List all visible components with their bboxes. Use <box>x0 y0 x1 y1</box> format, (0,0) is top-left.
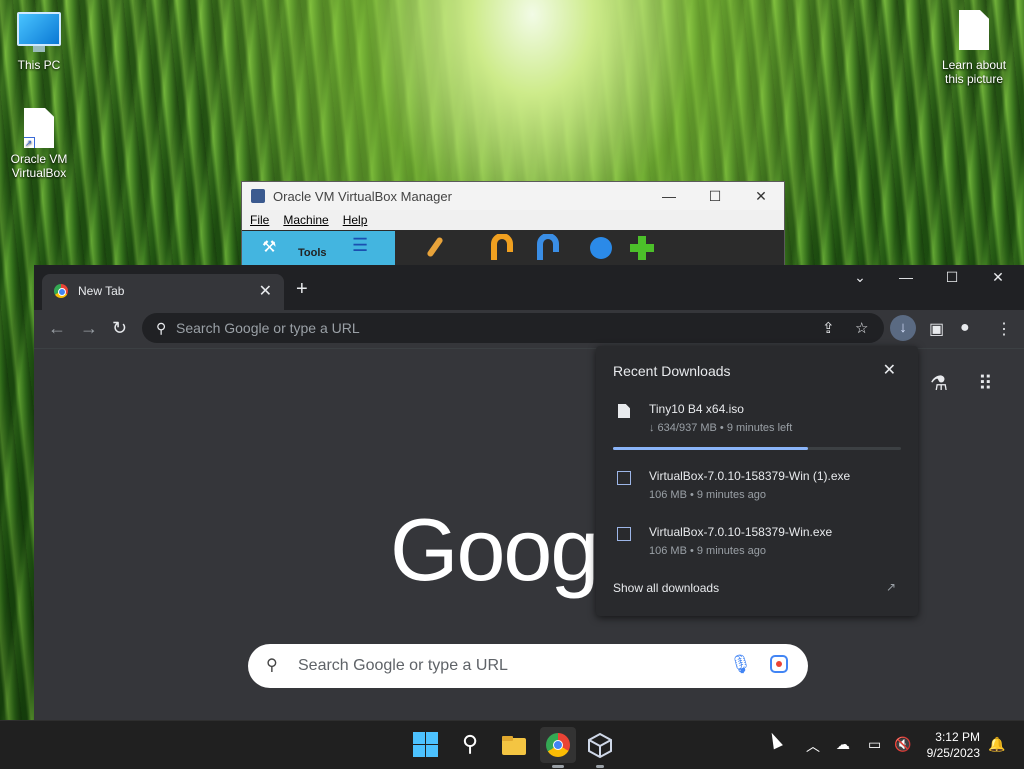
maximize-button[interactable]: ☐ <box>692 188 738 205</box>
download-status: ↓ 634/937 MB • 9 minutes left <box>649 422 793 434</box>
profile-icon[interactable]: ● <box>960 319 970 337</box>
desktop-icon-label: Oracle VM VirtualBox <box>10 152 68 180</box>
volume-muted-icon[interactable]: 🔇 <box>894 736 911 753</box>
share-icon[interactable]: ⇪ <box>822 319 835 337</box>
virtualbox-cube-icon <box>588 732 612 759</box>
taskbar: ⚲ ︿ ☁ ▭ 🔇 3:12 PM 9/25/2023 🔔 <box>0 720 1024 769</box>
virtualbox-window[interactable]: Oracle VM VirtualBox Manager — ☐ ✕ File … <box>241 181 785 273</box>
downloads-panel: Recent Downloads ✕ Tiny10 B4 x64.iso ↓ 6… <box>596 346 918 616</box>
downloads-heading: Recent Downloads <box>613 363 731 379</box>
virtualbox-cube-icon <box>251 189 265 203</box>
monitor-icon <box>17 12 61 52</box>
virtualbox-taskbar-button[interactable] <box>586 731 614 768</box>
download-name: VirtualBox-7.0.10-158379-Win (1).exe <box>649 469 851 483</box>
downloads-button[interactable]: ↓ <box>890 315 916 341</box>
chrome-favicon-icon <box>54 284 68 298</box>
desktop-icon-this-pc[interactable]: This PC <box>1 12 77 72</box>
omnibox-placeholder: Search Google or type a URL <box>176 320 360 336</box>
download-status: 106 MB • 9 minutes ago <box>649 489 766 501</box>
download-name: Tiny10 B4 x64.iso <box>649 402 744 416</box>
import-icon[interactable] <box>488 233 516 262</box>
tools-icon: ⚒ <box>262 239 277 256</box>
desktop-icon-label: Learn about this picture <box>941 58 1007 86</box>
download-item[interactable]: Tiny10 B4 x64.iso ↓ 634/937 MB • 9 minut… <box>596 396 918 446</box>
close-button[interactable]: ✕ <box>738 188 784 205</box>
labs-flask-icon[interactable]: ⚗ <box>930 371 948 396</box>
download-status: 106 MB • 9 minutes ago <box>649 545 766 557</box>
side-panel-icon[interactable]: ▣ <box>929 319 944 339</box>
download-name: VirtualBox-7.0.10-158379-Win.exe <box>649 525 833 539</box>
clock-time: 3:12 PM <box>935 730 980 744</box>
tools-label: Tools <box>298 247 327 259</box>
tab-new-tab[interactable]: New Tab ✕ <box>42 274 284 310</box>
bookmark-star-icon[interactable]: ☆ <box>855 319 868 337</box>
export-icon[interactable] <box>534 233 562 262</box>
back-button[interactable]: ← <box>48 318 66 339</box>
open-external-icon[interactable]: ↗ <box>886 580 896 594</box>
virtualbox-installer-icon <box>617 471 631 485</box>
file-icon <box>618 404 630 418</box>
apps-grid-icon[interactable]: ⠿ <box>978 371 993 396</box>
forward-button[interactable]: → <box>80 318 98 339</box>
google-search-box[interactable]: ⚲ Search Google or type a URL 🎙 <box>248 644 808 688</box>
menu-help[interactable]: Help <box>343 213 368 227</box>
chrome-taskbar-button[interactable] <box>540 727 576 768</box>
menu-file[interactable]: File <box>250 213 269 227</box>
search-icon: ⚲ <box>461 731 479 756</box>
network-icon[interactable]: ▭ <box>868 736 881 753</box>
close-button[interactable]: ✕ <box>975 269 1021 286</box>
tab-title: New Tab <box>78 284 125 298</box>
search-icon: ⚲ <box>266 657 278 674</box>
downloads-close-icon[interactable]: ✕ <box>883 360 896 380</box>
download-item[interactable]: VirtualBox-7.0.10-158379-Win (1).exe 106… <box>596 463 918 513</box>
preferences-icon[interactable] <box>422 234 450 262</box>
omnibox[interactable]: ⚲ Search Google or type a URL ⇪ ☆ <box>142 313 884 343</box>
minimize-button[interactable]: — <box>883 269 929 285</box>
menu-kebab-icon[interactable]: ⋮ <box>996 319 1012 339</box>
file-icon <box>959 10 989 50</box>
tab-search-button[interactable]: ⌄ <box>837 269 883 286</box>
desktop-icon-learn-about-picture[interactable]: Learn about this picture <box>936 10 1012 86</box>
download-icon: ↓ <box>899 319 907 336</box>
download-progress-fill <box>613 447 808 450</box>
tab-close-icon[interactable]: ✕ <box>259 281 272 301</box>
onedrive-icon[interactable]: ☁ <box>836 736 850 753</box>
search-placeholder: Search Google or type a URL <box>298 657 508 674</box>
google-logo: Goog <box>390 500 599 599</box>
new-tab-button[interactable]: + <box>296 278 308 301</box>
show-hidden-icons-chevron[interactable]: ︿ <box>806 736 820 756</box>
download-progress-bar <box>613 447 901 450</box>
file-shortcut-icon: ↗ <box>24 108 54 148</box>
search-icon: ⚲ <box>156 320 167 336</box>
desktop-icon-label: This PC <box>17 58 61 72</box>
new-machine-icon[interactable] <box>587 234 615 262</box>
list-icon: ☰ <box>352 235 369 255</box>
clock-date: 9/25/2023 <box>926 746 980 760</box>
menu-machine[interactable]: Machine <box>283 213 328 227</box>
microphone-icon[interactable]: 🎙 <box>729 654 752 675</box>
reload-button[interactable]: ↻ <box>112 318 127 339</box>
download-item[interactable]: VirtualBox-7.0.10-158379-Win.exe 106 MB … <box>596 519 918 569</box>
maximize-button[interactable]: ☐ <box>929 269 975 286</box>
virtualbox-titlebar[interactable]: Oracle VM VirtualBox Manager — ☐ ✕ <box>242 182 784 210</box>
notification-bell-icon[interactable]: 🔔 <box>988 736 1005 753</box>
start-button[interactable] <box>412 731 440 759</box>
clock[interactable]: 3:12 PM 9/25/2023 <box>927 729 980 761</box>
minimize-button[interactable]: — <box>646 188 692 204</box>
folder-icon <box>502 736 526 755</box>
tab-strip: New Tab ✕ + ⌄ — ☐ ✕ <box>34 265 1024 310</box>
window-title: Oracle VM VirtualBox Manager <box>273 188 452 204</box>
virtualbox-installer-icon <box>617 527 631 541</box>
toolbar: ← → ↻ ⚲ Search Google or type a URL ⇪ ☆ … <box>34 310 1024 348</box>
search-button[interactable]: ⚲ <box>456 731 484 759</box>
virtualbox-menubar: File Machine Help <box>242 210 784 230</box>
show-all-downloads-link[interactable]: Show all downloads <box>613 581 719 595</box>
shortcut-arrow-icon: ↗ <box>24 137 35 148</box>
add-icon[interactable] <box>627 234 655 262</box>
google-lens-icon[interactable] <box>770 655 788 673</box>
file-explorer-button[interactable] <box>500 731 528 759</box>
desktop-icon-virtualbox[interactable]: ↗ Oracle VM VirtualBox <box>1 108 77 180</box>
